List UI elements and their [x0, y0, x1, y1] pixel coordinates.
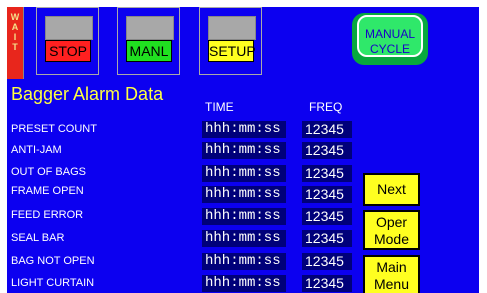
- freq-column-header: FREQ: [309, 100, 343, 114]
- alarm-freq: 12345: [302, 230, 352, 247]
- manl-button[interactable]: MANL: [126, 40, 172, 62]
- wait-letter: A: [11, 22, 19, 32]
- alarm-label: OUT OF BAGS: [11, 166, 86, 178]
- setup-button[interactable]: SETUP: [208, 40, 256, 62]
- wait-letter: I: [13, 32, 17, 42]
- alarm-label: SEAL BAR: [11, 232, 65, 244]
- alarm-freq: 12345: [302, 165, 352, 182]
- oper-mode-line2: Mode: [373, 231, 410, 247]
- stop-cell: STOP: [36, 7, 99, 75]
- alarm-label: LIGHT CURTAIN: [11, 277, 95, 289]
- alarm-label: FEED ERROR: [11, 209, 84, 221]
- manual-cycle-button[interactable]: [352, 13, 428, 65]
- alarm-freq: 12345: [302, 253, 352, 270]
- manl-indicator-light: [126, 16, 174, 40]
- setup-cell: SETUP: [199, 7, 262, 75]
- hmi-screen: W A I T STOP MANL SETUP MANUAL CYCLE Bag…: [0, 0, 487, 293]
- alarm-time: hhh:mm:ss: [202, 142, 286, 159]
- alarm-time: hhh:mm:ss: [202, 186, 286, 203]
- alarm-time: hhh:mm:ss: [202, 275, 286, 292]
- alarm-label: ANTI-JAM: [11, 144, 62, 156]
- wait-status-strip: W A I T: [7, 7, 24, 79]
- wait-letter: T: [12, 42, 18, 52]
- main-menu-line2: Menu: [373, 276, 410, 292]
- alarm-freq: 12345: [302, 186, 352, 203]
- setup-indicator-light: [208, 16, 256, 40]
- stop-indicator-light: [45, 16, 93, 40]
- next-button[interactable]: Next: [363, 173, 420, 206]
- alarm-freq: 12345: [302, 142, 352, 159]
- alarm-freq: 12345: [302, 208, 352, 225]
- alarm-time: hhh:mm:ss: [202, 230, 286, 247]
- alarm-time: hhh:mm:ss: [202, 253, 286, 270]
- alarm-time: hhh:mm:ss: [202, 165, 286, 182]
- time-column-header: TIME: [205, 100, 234, 114]
- alarm-label: FRAME OPEN: [11, 185, 84, 197]
- oper-mode-line1: Oper: [375, 214, 408, 230]
- main-menu-button[interactable]: Main Menu: [363, 255, 420, 293]
- alarm-label: BAG NOT OPEN: [11, 255, 95, 267]
- stop-button[interactable]: STOP: [45, 40, 91, 62]
- alarm-panel: W A I T STOP MANL SETUP MANUAL CYCLE Bag…: [7, 7, 479, 293]
- wait-letter: W: [10, 12, 20, 22]
- manl-cell: MANL: [117, 7, 180, 75]
- alarm-label: PRESET COUNT: [11, 123, 97, 135]
- alarm-time: hhh:mm:ss: [202, 121, 286, 138]
- oper-mode-button[interactable]: Oper Mode: [363, 210, 420, 250]
- page-title: Bagger Alarm Data: [11, 84, 164, 104]
- main-menu-line1: Main: [376, 259, 407, 275]
- alarm-freq: 12345: [302, 121, 352, 138]
- alarm-time: hhh:mm:ss: [202, 208, 286, 225]
- alarm-freq: 12345: [302, 275, 352, 292]
